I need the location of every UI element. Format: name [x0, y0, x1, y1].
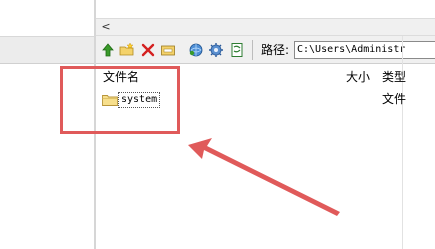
- path-label: 路径:: [261, 43, 290, 57]
- annotation-highlight-box: [60, 66, 180, 134]
- top-blank-area: [96, 0, 435, 18]
- delete-icon[interactable]: [140, 42, 156, 58]
- toolbar: 路径: C:\Users\Administr: [96, 36, 435, 64]
- horizontal-scrollbar[interactable]: <: [96, 18, 435, 36]
- document-icon[interactable]: [229, 42, 245, 58]
- path-input[interactable]: C:\Users\Administr: [294, 41, 435, 59]
- toolbar-separator: [252, 40, 253, 60]
- column-header-type[interactable]: 类型: [382, 70, 406, 84]
- column-header-size[interactable]: 大小: [346, 70, 370, 84]
- file-type-cell: 文件: [382, 92, 407, 106]
- refresh-icon[interactable]: [188, 42, 204, 58]
- up-arrow-icon[interactable]: [100, 42, 116, 58]
- folder-open-icon[interactable]: [160, 42, 176, 58]
- scroll-left-button[interactable]: <: [99, 20, 113, 34]
- settings-icon[interactable]: [208, 42, 224, 58]
- left-pane-strip: [0, 36, 96, 64]
- column-divider: [402, 36, 403, 249]
- new-folder-icon[interactable]: [119, 42, 135, 58]
